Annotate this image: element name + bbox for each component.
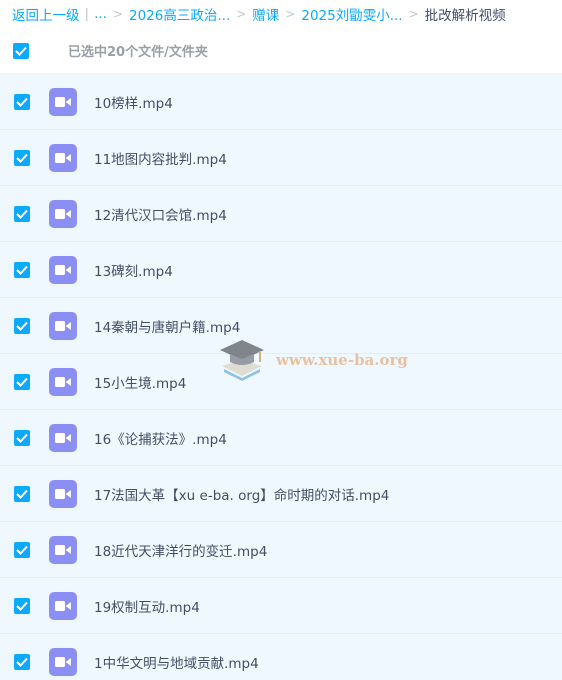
row-checkbox[interactable] [14,205,30,222]
file-name[interactable]: 11地图内容批判.mp4 [94,148,227,168]
file-name[interactable]: 12清代汉口会馆.mp4 [94,204,227,224]
file-name[interactable]: 19权制互动.mp4 [94,596,200,616]
breadcrumb-item[interactable]: 赠课 [252,4,279,24]
divider: | [84,6,90,22]
video-file-icon [49,479,77,508]
file-row[interactable]: 13碑刻.mp4 [0,242,562,298]
video-file-icon [49,255,77,284]
row-checkbox[interactable] [14,541,30,558]
row-checkbox[interactable] [14,93,30,110]
video-file-icon [49,87,77,116]
video-file-icon [49,535,77,564]
breadcrumb-current: 批改解析视频 [424,8,506,24]
file-name[interactable]: 15小生境.mp4 [94,372,186,392]
video-file-icon [49,143,77,172]
chevron-right-icon: > [285,7,296,21]
video-file-icon [49,367,77,396]
file-row[interactable]: 12清代汉口会馆.mp4 [0,186,562,242]
breadcrumb-ellipsis[interactable]: ... [94,6,107,22]
file-name[interactable]: 14秦朝与唐朝户籍.mp4 [94,316,240,336]
back-link[interactable]: 返回上一级 [12,4,80,24]
row-checkbox[interactable] [14,653,30,670]
file-row[interactable]: 15小生境.mp4 [0,354,562,410]
row-checkbox[interactable] [14,149,30,166]
file-name[interactable]: 16《论捕获法》.mp4 [94,428,227,448]
row-checkbox[interactable] [14,597,30,614]
row-checkbox[interactable] [14,373,30,390]
file-name[interactable]: 1中华文明与地域贡献.mp4 [94,652,259,672]
row-checkbox[interactable] [14,429,30,446]
row-checkbox[interactable] [14,485,30,502]
video-file-icon [49,311,77,340]
file-row[interactable]: 17法国大革【xu e-ba. org】命时期的对话.mp4 [0,466,562,522]
file-name[interactable]: 13碑刻.mp4 [94,260,173,280]
breadcrumb-item[interactable]: 2026高三政治... [129,4,230,24]
chevron-right-icon: > [112,7,123,21]
video-file-icon [49,647,77,676]
row-checkbox[interactable] [14,317,30,334]
file-row[interactable]: 18近代天津洋行的变迁.mp4 [0,522,562,578]
chevron-right-icon: > [408,7,419,21]
file-name[interactable]: 10榜样.mp4 [94,92,173,112]
breadcrumb: 返回上一级 | ... > 2026高三政治... > 赠课 > 2025刘勖雯… [0,0,562,28]
file-row[interactable]: 16《论捕获法》.mp4 [0,410,562,466]
breadcrumb-item[interactable]: 2025刘勖雯小... [301,4,402,24]
file-row[interactable]: 19权制互动.mp4 [0,578,562,634]
file-name[interactable]: 18近代天津洋行的变迁.mp4 [94,540,267,560]
file-row[interactable]: 11地图内容批判.mp4 [0,130,562,186]
chevron-right-icon: > [236,7,247,21]
file-list: 10榜样.mp4 11地图内容批判.mp4 12清代汉口会馆.mp4 13碑刻.… [0,74,562,680]
video-file-icon [49,423,77,452]
file-row[interactable]: 14秦朝与唐朝户籍.mp4 [0,298,562,354]
selection-bar: 已选中20个文件/文件夹 [0,28,562,74]
file-row[interactable]: 1中华文明与地域贡献.mp4 [0,634,562,680]
file-row[interactable]: 10榜样.mp4 [0,74,562,130]
select-all-checkbox[interactable] [13,42,29,59]
video-file-icon [49,199,77,228]
file-name[interactable]: 17法国大革【xu e-ba. org】命时期的对话.mp4 [94,484,389,504]
row-checkbox[interactable] [14,261,30,278]
video-file-icon [49,591,77,620]
selection-count: 已选中20个文件/文件夹 [68,45,208,60]
